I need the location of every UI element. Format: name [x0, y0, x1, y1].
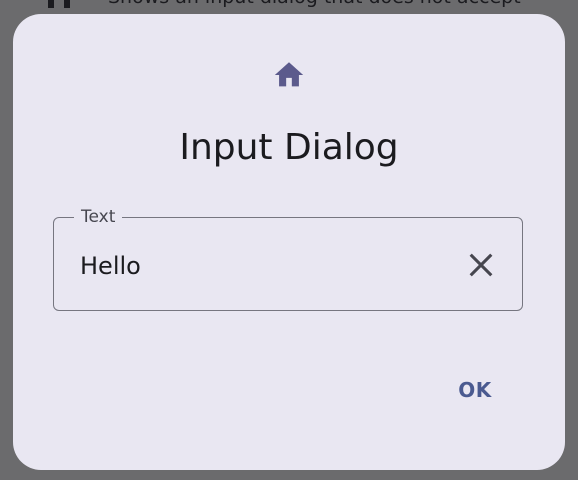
ok-button[interactable]: OK	[439, 366, 511, 414]
background-item-icon	[48, 0, 74, 8]
dialog-title: Input Dialog	[179, 127, 399, 168]
text-field-label: Text	[74, 206, 123, 228]
close-icon[interactable]	[464, 248, 498, 282]
text-field[interactable]: Text Hello	[53, 206, 523, 311]
text-field-value[interactable]: Hello	[80, 251, 141, 281]
input-dialog: Input Dialog Text Hello OK	[13, 14, 565, 470]
background-item-text: Shows an input dialog that does not acce…	[108, 0, 521, 8]
home-icon	[274, 62, 304, 87]
